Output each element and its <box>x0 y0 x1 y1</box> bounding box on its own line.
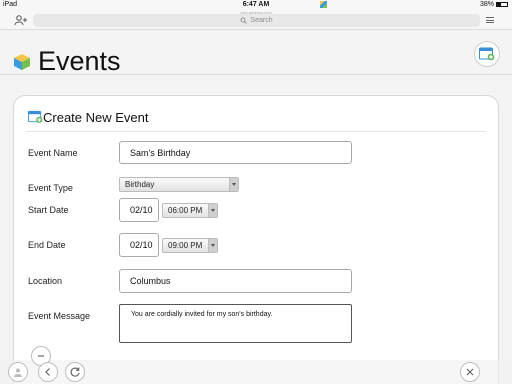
event-name-label: Event Name <box>28 148 78 158</box>
home-button[interactable] <box>8 362 28 382</box>
event-type-select[interactable]: Birthday <box>119 177 239 192</box>
event-message-label: Event Message <box>28 311 91 321</box>
start-date-input[interactable]: 02/10 <box>119 198 159 222</box>
event-name-input[interactable]: Sam's Birthday <box>119 141 352 164</box>
back-button[interactable] <box>38 362 58 382</box>
event-type-value: Birthday <box>125 180 155 189</box>
app-cube-icon <box>320 1 327 8</box>
close-icon <box>466 368 474 376</box>
battery-percent: 38% <box>479 1 494 8</box>
add-calendar-icon <box>479 47 495 61</box>
back-arrow-icon <box>45 368 50 376</box>
chevron-down-icon <box>208 239 217 252</box>
battery-status: 38% <box>480 1 508 8</box>
end-date-input[interactable]: 02/10 <box>119 233 159 257</box>
page-header: Events <box>0 30 512 76</box>
start-date-label: Start Date <box>28 205 69 215</box>
browser-toolbar: web-address.com Search <box>0 10 512 30</box>
card-header: Create New Event <box>26 110 486 132</box>
close-button[interactable] <box>460 362 480 382</box>
menu-icon[interactable] <box>486 17 494 23</box>
search-icon <box>240 17 248 24</box>
end-date-label: End Date <box>28 240 66 250</box>
refresh-button[interactable] <box>65 362 85 382</box>
card-title: Create New Event <box>43 110 149 125</box>
page-title: Events <box>38 46 121 76</box>
battery-icon <box>496 2 508 7</box>
refresh-icon <box>70 367 80 377</box>
add-calendar-icon <box>28 110 43 123</box>
event-message-textarea[interactable]: You are cordially invited for my son's b… <box>119 304 352 343</box>
cube-logo-icon <box>14 54 30 70</box>
minus-icon <box>38 355 44 357</box>
end-time-value: 09:00 PM <box>168 241 203 250</box>
start-time-select[interactable]: 06:00 PM <box>162 203 218 218</box>
people-icon[interactable] <box>14 15 28 25</box>
chevron-down-icon <box>229 178 238 191</box>
search-placeholder: Search <box>250 17 273 24</box>
status-bar: iPad 6:47 AM 38% <box>0 0 512 10</box>
event-type-label: Event Type <box>28 183 73 193</box>
end-time-select[interactable]: 09:00 PM <box>162 238 218 253</box>
add-event-button[interactable] <box>474 41 500 67</box>
clock: 6:47 AM <box>242 1 270 8</box>
location-input[interactable]: Columbus <box>119 269 352 293</box>
search-input[interactable]: Search <box>33 14 480 27</box>
start-time-value: 06:00 PM <box>168 206 203 215</box>
location-label: Location <box>28 276 63 286</box>
chevron-down-icon <box>208 204 217 217</box>
person-icon <box>14 368 22 377</box>
